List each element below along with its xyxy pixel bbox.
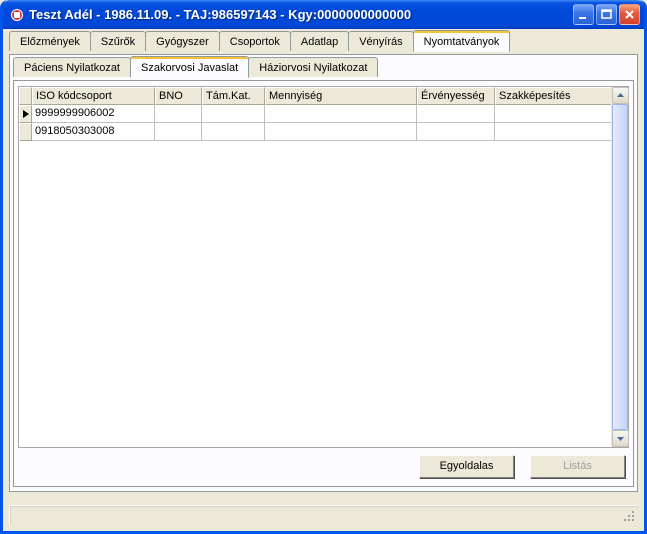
- subtab-paciens-nyilatkozat[interactable]: Páciens Nyilatkozat: [13, 57, 131, 77]
- row-indicator: [19, 123, 32, 141]
- col-ervenyesseg[interactable]: Érvényesség: [417, 87, 495, 105]
- main-panel: Páciens Nyilatkozat Szakorvosi Javaslat …: [9, 54, 638, 492]
- resize-grip-icon[interactable]: [622, 509, 636, 523]
- window-title: Teszt Adél - 1986.11.09. - TAJ:986597143…: [29, 7, 411, 22]
- minimize-button[interactable]: [573, 4, 594, 25]
- row-indicator-icon: [19, 105, 32, 123]
- egyoldalas-button[interactable]: Egyoldalas: [419, 455, 514, 478]
- cell-iso[interactable]: 9999999906002: [32, 105, 155, 123]
- cell-szakkepesites[interactable]: [495, 123, 611, 141]
- col-tamkat[interactable]: Tám.Kat.: [202, 87, 265, 105]
- grid-header: ISO kódcsoport BNO Tám.Kat. Mennyiség Ér…: [19, 87, 611, 105]
- listas-button: Listás: [530, 455, 625, 478]
- vertical-scrollbar[interactable]: [611, 87, 628, 447]
- titlebar[interactable]: Teszt Adél - 1986.11.09. - TAJ:986597143…: [3, 0, 644, 29]
- subtab-szakorvosi-javaslat[interactable]: Szakorvosi Javaslat: [130, 56, 249, 78]
- maximize-button[interactable]: [596, 4, 617, 25]
- tab-szurok[interactable]: Szűrők: [90, 31, 146, 51]
- cell-bno[interactable]: [155, 123, 202, 141]
- tab-nyomtatvanyok[interactable]: Nyomtatványok: [413, 30, 511, 52]
- sub-panel: ISO kódcsoport BNO Tám.Kat. Mennyiség Ér…: [13, 80, 634, 487]
- cell-szakkepesites[interactable]: [495, 105, 611, 123]
- tab-adatlap[interactable]: Adatlap: [290, 31, 349, 51]
- scroll-down-button[interactable]: [612, 430, 629, 447]
- grid-corner: [19, 87, 32, 105]
- col-bno[interactable]: BNO: [155, 87, 202, 105]
- cell-ervenyesseg[interactable]: [417, 105, 495, 123]
- tab-elozmenyek[interactable]: Előzmények: [9, 31, 91, 51]
- panel-buttons: Egyoldalas Listás: [419, 454, 625, 479]
- scroll-up-button[interactable]: [612, 87, 629, 104]
- col-iso[interactable]: ISO kódcsoport: [32, 87, 155, 105]
- cell-mennyiseg[interactable]: [265, 123, 417, 141]
- cell-mennyiseg[interactable]: [265, 105, 417, 123]
- app-icon: [9, 7, 25, 23]
- data-grid[interactable]: ISO kódcsoport BNO Tám.Kat. Mennyiség Ér…: [18, 86, 629, 448]
- close-button[interactable]: [619, 4, 640, 25]
- cell-tamkat[interactable]: [202, 105, 265, 123]
- status-bar: [9, 505, 638, 525]
- cell-tamkat[interactable]: [202, 123, 265, 141]
- tab-gyogyszer[interactable]: Gyógyszer: [145, 31, 220, 51]
- subtab-haziorvosi-nyilatkozat[interactable]: Háziorvosi Nyilatkozat: [248, 57, 378, 77]
- col-mennyiseg[interactable]: Mennyiség: [265, 87, 417, 105]
- scroll-track[interactable]: [612, 104, 628, 430]
- sub-tabs: Páciens Nyilatkozat Szakorvosi Javaslat …: [10, 55, 637, 77]
- scroll-thumb[interactable]: [612, 104, 628, 430]
- cell-iso[interactable]: 0918050303008: [32, 123, 155, 141]
- col-szakkepesites[interactable]: Szakképesítés: [495, 87, 611, 105]
- main-tabs: Előzmények Szűrők Gyógyszer Csoportok Ad…: [6, 29, 641, 51]
- cell-ervenyesseg[interactable]: [417, 123, 495, 141]
- grid-row[interactable]: 9999999906002: [19, 105, 611, 123]
- tab-venyiras[interactable]: Vényírás: [348, 31, 413, 51]
- grid-row[interactable]: 0918050303008: [19, 123, 611, 141]
- tab-csoportok[interactable]: Csoportok: [219, 31, 291, 51]
- cell-bno[interactable]: [155, 105, 202, 123]
